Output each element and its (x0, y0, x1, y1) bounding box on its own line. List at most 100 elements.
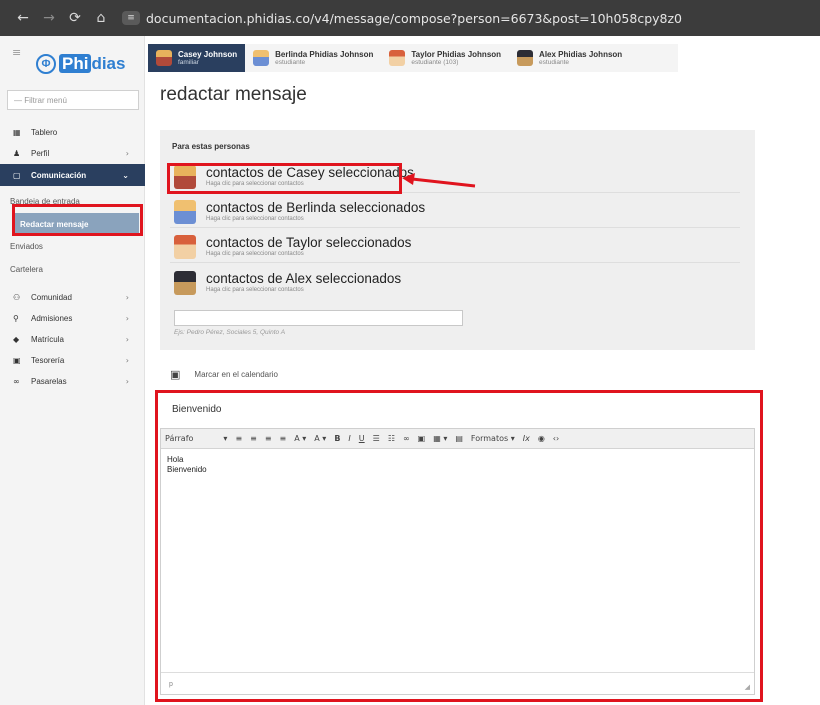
recipient-subtitle: Haga clic para seleccionar contactos (206, 251, 304, 257)
paragraph-dropdown[interactable]: Párrafo (165, 434, 193, 443)
highlight-arrow (402, 173, 476, 188)
back-arrow-icon[interactable]: ← (10, 10, 36, 26)
site-settings-icon[interactable]: ≡ (122, 11, 140, 25)
recipient-search-input[interactable] (174, 310, 463, 326)
background-color-icon[interactable]: A ▾ (314, 434, 326, 443)
sidebar-item-comunidad[interactable]: ⚇ Comunidad › (0, 287, 145, 308)
person-role: estudiante (103) (411, 58, 459, 66)
element-path: p (169, 681, 173, 688)
sidebar-item-label: Tablero (31, 128, 58, 137)
clear-format-icon[interactable]: Ix (523, 434, 530, 443)
dashboard-icon: ▦ (13, 128, 21, 137)
recipient-row-taylor[interactable]: contactos de Taylor seleccionados Haga cl… (170, 232, 740, 263)
media-icon[interactable]: ▤ (455, 434, 463, 443)
calendar-toggle[interactable]: ▣ Marcar en el calendario (170, 368, 278, 381)
phidias-logo[interactable]: Φ Phi dias (36, 52, 140, 76)
sidebar: ≡ Φ Phi dias — Filtrar menú ▦ Tablero ♟ P… (0, 36, 145, 705)
editor-statusbar: p ◢ (161, 672, 754, 694)
logo-suffix: dias (91, 54, 126, 73)
sidebar-item-label: Pasarelas (31, 377, 67, 386)
bold-icon[interactable]: B (334, 434, 340, 443)
sidebar-item-admisiones[interactable]: ⚲ Admisiones › (0, 308, 145, 329)
recipient-subtitle: Haga clic para seleccionar contactos (206, 181, 304, 187)
sidebar-item-perfil[interactable]: ♟ Perfil › (0, 143, 145, 164)
link-icon[interactable]: ∞ (403, 434, 410, 443)
logo-mark-icon: Φ (36, 54, 56, 74)
align-right-icon[interactable]: ≡ (265, 434, 272, 443)
code-icon[interactable]: ‹› (553, 434, 559, 443)
user-icon: ♟ (13, 149, 21, 158)
justify-icon[interactable]: ≡ (280, 434, 287, 443)
recipient-row-alex[interactable]: contactos de Alex seleccionados Haga clic… (170, 267, 740, 298)
paragraph-caret-icon[interactable]: ▾ (223, 434, 227, 443)
person-tab-alex[interactable]: Alex Phidias Johnson estudiante (509, 44, 630, 72)
chevron-right-icon: › (125, 149, 129, 158)
preview-icon[interactable]: ◉ (538, 434, 545, 443)
resize-grip-icon[interactable]: ◢ (745, 683, 750, 691)
browser-toolbar: ← → ⟳ ⌂ ≡ documentacion.phidias.co/v4/me… (0, 0, 820, 36)
chevron-right-icon: › (125, 314, 129, 323)
align-left-icon[interactable]: ≡ (235, 434, 242, 443)
rich-text-editor: Párrafo ▾ ≡ ≡ ≡ ≡ A ▾ A ▾ B I U ☰ ☷ ∞ ▣ … (160, 428, 755, 695)
menu-toggle-icon[interactable]: ≡ (12, 46, 21, 59)
sidebar-item-matricula[interactable]: ◆ Matrícula › (0, 329, 145, 350)
avatar (174, 165, 196, 189)
home-icon[interactable]: ⌂ (88, 10, 114, 26)
logo-text: Phi dias (59, 54, 125, 74)
avatar (253, 50, 270, 66)
chevron-down-icon: ⌄ (122, 170, 129, 180)
sidebar-subitem-redactar[interactable]: Redactar mensaje (14, 213, 139, 235)
table-icon[interactable]: ▦ ▾ (433, 434, 447, 443)
chevron-right-icon: › (125, 293, 129, 302)
sidebar-item-tesoreria[interactable]: ▣ Tesorería › (0, 350, 145, 371)
url-text[interactable]: documentacion.phidias.co/v4/message/comp… (146, 11, 682, 26)
sidebar-subitem-enviados[interactable]: Enviados (0, 235, 145, 258)
align-center-icon[interactable]: ≡ (250, 434, 257, 443)
sidebar-subitem-bandeja[interactable]: Bandeja de entrada (0, 190, 145, 213)
person-tab-casey[interactable]: Casey Johnson familiar (148, 44, 246, 72)
sidebar-item-tablero[interactable]: ▦ Tablero (0, 122, 145, 143)
recipient-row-berlinda[interactable]: contactos de Berlinda seleccionados Haga … (170, 197, 740, 228)
subject-field[interactable]: Bienvenido (160, 395, 755, 423)
sidebar-item-pasarelas[interactable]: ∞ Pasarelas › (0, 371, 145, 392)
calendar-icon: ▣ (170, 368, 181, 381)
address-bar[interactable]: ≡ documentacion.phidias.co/v4/message/co… (122, 11, 682, 26)
logo-prefix: Phi (59, 54, 92, 73)
recipient-title: contactos de Alex seleccionados (206, 270, 402, 286)
money-icon: ▣ (13, 356, 21, 365)
avatar (174, 270, 196, 295)
underline-icon[interactable]: U (359, 434, 365, 443)
recipient-search-hint: Ejs: Pedro Pérez, Sociales 5, Quinto A (174, 329, 286, 336)
person-name: Casey Johnson (178, 49, 238, 59)
formats-dropdown[interactable]: Formatos ▾ (471, 434, 515, 443)
sidebar-item-label: Matrícula (31, 335, 64, 344)
person-name: Berlinda Phidias Johnson (275, 49, 374, 59)
sidebar-menu: ▦ Tablero ♟ Perfil › ▢ Comunicación ⌄ Ba… (0, 122, 145, 392)
reload-icon[interactable]: ⟳ (62, 10, 88, 26)
person-role: estudiante (275, 58, 306, 66)
person-tabs: Casey Johnson familiar Berlinda Phidias J… (148, 44, 678, 72)
chevron-right-icon: › (125, 335, 129, 344)
recipient-subtitle: Haga clic para seleccionar contactos (206, 286, 304, 293)
sidebar-subitem-cartelera[interactable]: Cartelera (0, 258, 145, 281)
calendar-label: Marcar en el calendario (194, 370, 279, 379)
recipient-subtitle: Haga clic para seleccionar contactos (206, 216, 304, 222)
numbered-list-icon[interactable]: ☷ (388, 434, 395, 443)
forward-arrow-icon[interactable]: → (36, 10, 62, 26)
person-tab-berlinda[interactable]: Berlinda Phidias Johnson estudiante (245, 44, 381, 72)
sidebar-item-comunicacion[interactable]: ▢ Comunicación ⌄ (0, 164, 145, 186)
editor-line: Bienvenido (167, 465, 207, 474)
avatar (517, 50, 534, 66)
bullet-list-icon[interactable]: ☰ (373, 434, 380, 443)
person-tab-taylor[interactable]: Taylor Phidias Johnson estudiante (103) (381, 44, 509, 72)
filter-menu-input[interactable]: — Filtrar menú (7, 90, 139, 110)
image-icon[interactable]: ▣ (418, 434, 426, 443)
italic-icon[interactable]: I (348, 434, 350, 443)
sidebar-item-label: Admisiones (31, 314, 73, 323)
avatar (174, 235, 196, 259)
editor-content[interactable]: Hola Bienvenido (161, 449, 754, 481)
recipients-heading: Para estas personas (172, 142, 250, 151)
text-color-icon[interactable]: A ▾ (294, 434, 306, 443)
sidebar-item-label: Perfil (31, 149, 50, 158)
person-role: estudiante (539, 58, 570, 66)
